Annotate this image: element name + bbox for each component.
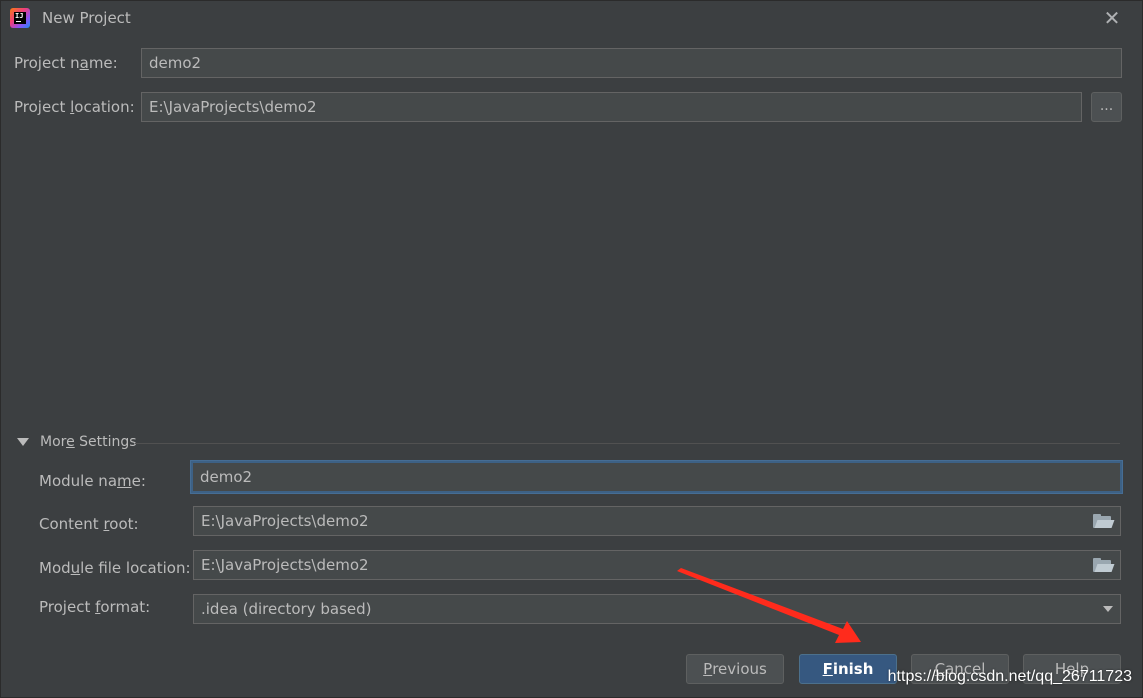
- module-name-label-mnemonic: m: [117, 472, 132, 490]
- content-root-value: E:\JavaProjects\demo2: [201, 512, 369, 530]
- project-name-label-part: me:: [88, 54, 118, 72]
- finish-label: inish: [832, 660, 874, 678]
- content-root-label: Content root:: [39, 515, 139, 533]
- module-name-label-part: Module na: [39, 472, 118, 490]
- previous-mnemonic: P: [703, 660, 713, 678]
- project-location-input[interactable]: E:\JavaProjects\demo2: [141, 92, 1082, 122]
- content-root-label-part: oot:: [109, 515, 139, 533]
- module-file-location-input[interactable]: E:\JavaProjects\demo2: [193, 550, 1121, 580]
- collapse-triangle-icon: [17, 438, 29, 446]
- module-name-value: demo2: [200, 468, 253, 486]
- more-settings-label: More Settings: [40, 434, 137, 450]
- project-format-select[interactable]: .idea (directory based): [193, 594, 1121, 624]
- more-settings-label-part: Settings: [74, 434, 137, 450]
- more-settings-label-part: Mor: [40, 434, 67, 450]
- more-settings-label-mnemonic: e: [66, 434, 75, 450]
- project-format-label-part: ormat:: [100, 598, 151, 616]
- new-project-dialog: IJ New Project ✕ Project name: demo2 Pro…: [0, 0, 1143, 698]
- project-name-input[interactable]: demo2: [141, 48, 1122, 78]
- previous-label: revious: [712, 660, 767, 678]
- module-file-location-value: E:\JavaProjects\demo2: [201, 556, 369, 574]
- module-file-label-part: le file location:: [80, 559, 191, 577]
- project-location-value: E:\JavaProjects\demo2: [149, 98, 317, 116]
- content-root-label-part: Content: [39, 515, 104, 533]
- project-name-label-mnemonic: a: [79, 54, 89, 72]
- module-name-label: Module name:: [39, 472, 146, 490]
- module-file-label-part: Mod: [39, 559, 71, 577]
- project-format-label-part: Project: [39, 598, 96, 616]
- browse-location-button[interactable]: ...: [1091, 92, 1122, 122]
- folder-icon[interactable]: [1093, 557, 1115, 573]
- more-settings-toggle[interactable]: More Settings: [17, 434, 137, 450]
- project-name-value: demo2: [149, 54, 202, 72]
- previous-button[interactable]: Previous: [686, 654, 784, 684]
- project-name-label-part: Project n: [14, 54, 80, 72]
- module-file-label-mnemonic: u: [70, 559, 81, 577]
- window-title: New Project: [42, 9, 131, 27]
- chevron-down-icon: [1103, 606, 1113, 612]
- project-format-value: .idea (directory based): [201, 600, 372, 618]
- project-format-label: Project format:: [39, 598, 150, 616]
- title-bar: IJ New Project ✕: [1, 1, 1142, 35]
- project-location-label-part: Project: [14, 98, 71, 116]
- content-root-input[interactable]: E:\JavaProjects\demo2: [193, 506, 1121, 536]
- intellij-app-icon: IJ: [10, 8, 30, 28]
- project-name-label: Project name:: [14, 54, 118, 72]
- finish-button[interactable]: Finish: [799, 654, 897, 684]
- watermark: https://blog.csdn.net/qq_26711723: [887, 668, 1132, 685]
- module-file-location-label: Module file location:: [39, 559, 191, 577]
- module-name-label-part: e:: [131, 472, 146, 490]
- finish-mnemonic: F: [822, 660, 833, 678]
- app-icon-text: IJ: [15, 12, 24, 20]
- section-separator: [135, 443, 1120, 444]
- project-location-label: Project location:: [14, 98, 135, 116]
- folder-icon[interactable]: [1093, 513, 1115, 529]
- project-location-label-part: ocation:: [74, 98, 135, 116]
- module-name-input[interactable]: demo2: [191, 461, 1122, 493]
- close-icon[interactable]: ✕: [1100, 6, 1124, 30]
